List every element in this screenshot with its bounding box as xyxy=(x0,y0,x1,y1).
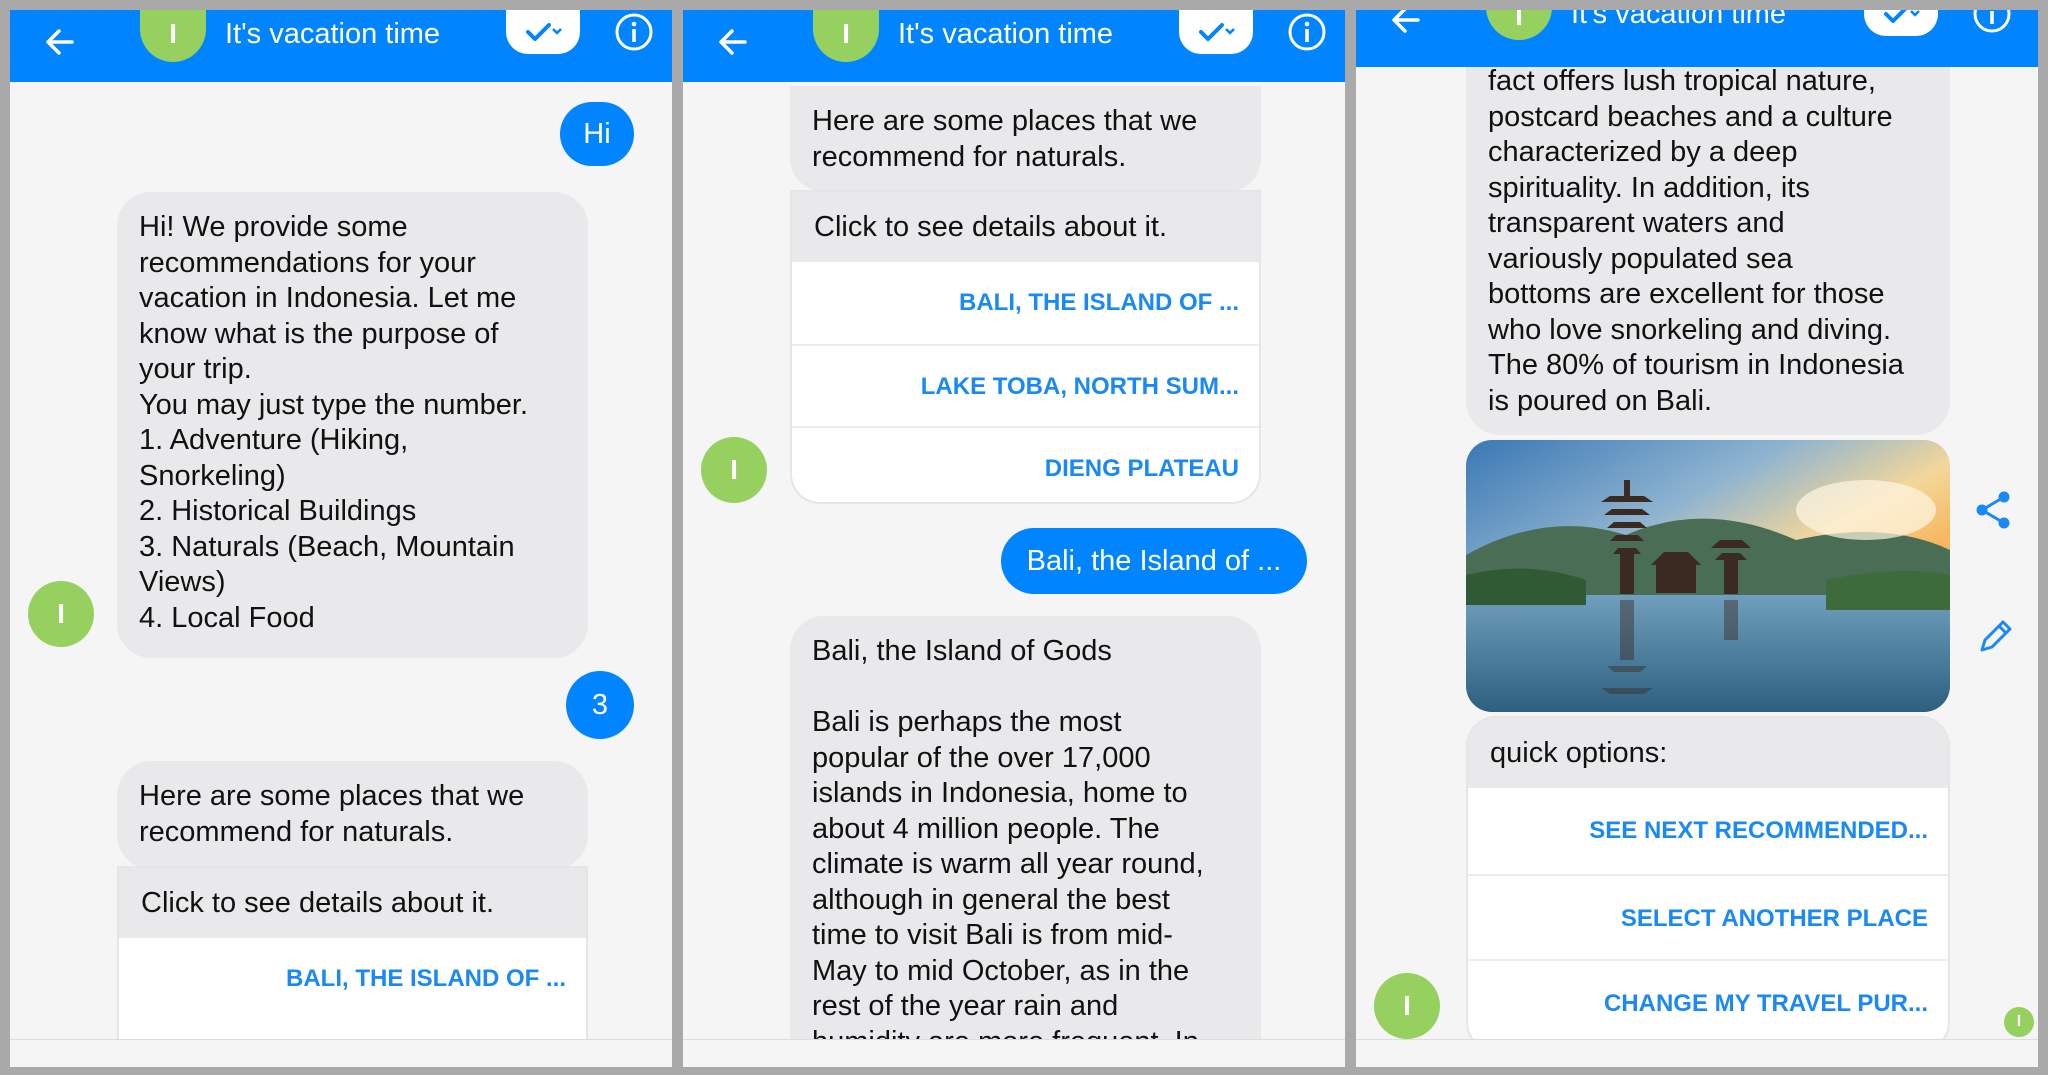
header-avatar[interactable]: I xyxy=(813,10,879,62)
header-avatar[interactable]: I xyxy=(1486,10,1552,40)
message-line: know what is the purpose of xyxy=(139,317,499,350)
composer-bar[interactable] xyxy=(1356,1039,2038,1067)
bot-avatar: I xyxy=(28,581,94,647)
header-title[interactable]: It's vacation time xyxy=(1571,10,1786,31)
bot-message-bali-description: Bali, the Island of Gods Bali is perhaps… xyxy=(790,616,1261,1067)
info-icon[interactable] xyxy=(1287,12,1327,52)
info-icon[interactable] xyxy=(614,12,654,52)
message-line: fact offers lush tropical nature, xyxy=(1488,65,1876,97)
message-line: spirituality. In addition, its xyxy=(1488,171,1810,204)
message-line: time to visit Bali is from mid- xyxy=(812,919,1173,951)
message-line: islands in Indonesia, home to xyxy=(812,777,1188,809)
message-line: your trip. xyxy=(139,353,252,385)
message-line: 2. Historical Buildings xyxy=(139,495,417,527)
message-line: The 80% of tourism in Indonesia xyxy=(1488,349,1904,381)
header-avatar[interactable]: I xyxy=(140,10,206,62)
message-line: May to mid October, as in the xyxy=(812,954,1190,987)
message-line: vacation in Indonesia. Let me xyxy=(139,282,517,314)
place-option-bali[interactable]: BALI, THE ISLAND OF ... xyxy=(792,262,1259,344)
card-header: Click to see details about it. xyxy=(119,868,586,938)
bot-message-places: Here are some places that we recommend fo… xyxy=(117,761,588,869)
user-message-selection: Bali, the Island of ... xyxy=(1001,528,1307,594)
message-line: recommendations for your xyxy=(139,246,476,279)
checkmark-dropdown-button[interactable] xyxy=(1179,10,1253,54)
places-card: Click to see details about it. BALI, THE… xyxy=(117,866,588,1067)
quick-option-next-recommended[interactable]: SEE NEXT RECOMMENDED... xyxy=(1468,788,1948,874)
chat-panel-2: I It's vacation time Here are some place… xyxy=(683,10,1345,1067)
place-option-lake-toba[interactable]: LAKE TOBA, NORTH SUM... xyxy=(792,344,1259,426)
chat-panel-1: I It's vacation time Hi Hi! We provide s… xyxy=(10,10,672,1067)
message-line: 4. Local Food xyxy=(139,601,315,634)
share-icon[interactable] xyxy=(1972,488,2016,532)
chat-header: I It's vacation time xyxy=(683,10,1345,82)
message-line: 3. Naturals (Beach, Mountain xyxy=(139,530,515,563)
checkmark-dropdown-icon xyxy=(1199,23,1235,41)
message-line: variously populated sea xyxy=(1488,242,1793,275)
message-line: rest of the year rain and xyxy=(812,990,1119,1022)
message-line: is poured on Bali. xyxy=(1488,384,1713,417)
header-title[interactable]: It's vacation time xyxy=(225,18,440,51)
message-line: transparent waters and xyxy=(1488,207,1785,239)
user-message-hi: Hi xyxy=(560,102,634,166)
back-arrow-icon[interactable] xyxy=(713,22,753,62)
quick-option-change-travel-purpose[interactable]: CHANGE MY TRAVEL PUR... xyxy=(1468,959,1948,1044)
bali-temple-picture xyxy=(1466,440,1950,712)
card-header: Click to see details about it. xyxy=(792,192,1259,262)
checkmark-dropdown-icon xyxy=(526,23,562,41)
message-line: Hi! We provide some xyxy=(139,211,408,243)
message-line: recommend for naturals. xyxy=(812,140,1127,173)
quick-options-header: quick options: xyxy=(1468,718,1948,788)
quick-options-card: quick options: SEE NEXT RECOMMENDED... S… xyxy=(1466,716,1950,1052)
read-receipt-avatar: I xyxy=(2004,1007,2034,1037)
message-line: 1. Adventure (Hiking, xyxy=(139,424,409,456)
bot-message-places: Here are some places that we recommend fo… xyxy=(790,86,1261,192)
message-line: Views) xyxy=(139,566,226,598)
chat-header: I It's vacation time xyxy=(1356,10,2038,67)
message-line: Snorkeling) xyxy=(139,459,286,492)
checkmark-dropdown-button[interactable] xyxy=(506,10,580,54)
message-line: climate is warm all year round, xyxy=(812,848,1204,880)
message-line: although in general the best xyxy=(812,883,1170,916)
places-card: Click to see details about it. BALI, THE… xyxy=(790,190,1261,504)
message-line: postcard beaches and a culture xyxy=(1488,100,1893,133)
chat-panel-3: I It's vacation time fact offers lush tr… xyxy=(1356,10,2038,1067)
chat-header: I It's vacation time xyxy=(10,10,672,82)
header-title[interactable]: It's vacation time xyxy=(898,18,1113,51)
bot-message-intro: Hi! We provide some recommendations for y… xyxy=(117,192,588,658)
place-option-dieng-plateau[interactable]: DIENG PLATEAU xyxy=(792,426,1259,502)
quick-option-select-another-place[interactable]: SELECT ANOTHER PLACE xyxy=(1468,874,1948,959)
checkmark-dropdown-icon xyxy=(1884,10,1920,23)
message-line: recommend for naturals. xyxy=(139,815,454,848)
info-icon[interactable] xyxy=(1972,10,2012,34)
message-line: Here are some places that we xyxy=(812,105,1198,137)
message-line: You may just type the number. xyxy=(139,388,529,421)
composer-bar[interactable] xyxy=(10,1039,672,1067)
message-line: about 4 million people. The xyxy=(812,812,1160,845)
checkmark-dropdown-button[interactable] xyxy=(1864,10,1938,36)
message-line: Here are some places that we xyxy=(139,780,525,812)
message-line: Bali is perhaps the most xyxy=(812,706,1122,738)
back-arrow-icon[interactable] xyxy=(1386,10,1426,40)
back-arrow-icon[interactable] xyxy=(40,22,80,62)
edit-pencil-icon[interactable] xyxy=(1974,614,2018,658)
bot-avatar: I xyxy=(1374,973,1440,1039)
bot-avatar: I xyxy=(701,437,767,503)
message-line: popular of the over 17,000 xyxy=(812,741,1151,774)
message-line xyxy=(812,670,1239,706)
composer-bar[interactable] xyxy=(683,1039,1345,1067)
message-line: bottoms are excellent for those xyxy=(1488,278,1885,310)
message-line: who love snorkeling and diving. xyxy=(1488,313,1892,346)
bot-message-bali-description: fact offers lush tropical nature, postcar… xyxy=(1466,46,1950,435)
place-option-bali[interactable]: BALI, THE ISLAND OF ... xyxy=(119,938,586,1020)
message-line: Bali, the Island of Gods xyxy=(812,635,1112,667)
user-message-choice: 3 xyxy=(566,671,634,739)
message-line: characterized by a deep xyxy=(1488,136,1798,168)
bali-temple-image[interactable] xyxy=(1466,440,1950,712)
